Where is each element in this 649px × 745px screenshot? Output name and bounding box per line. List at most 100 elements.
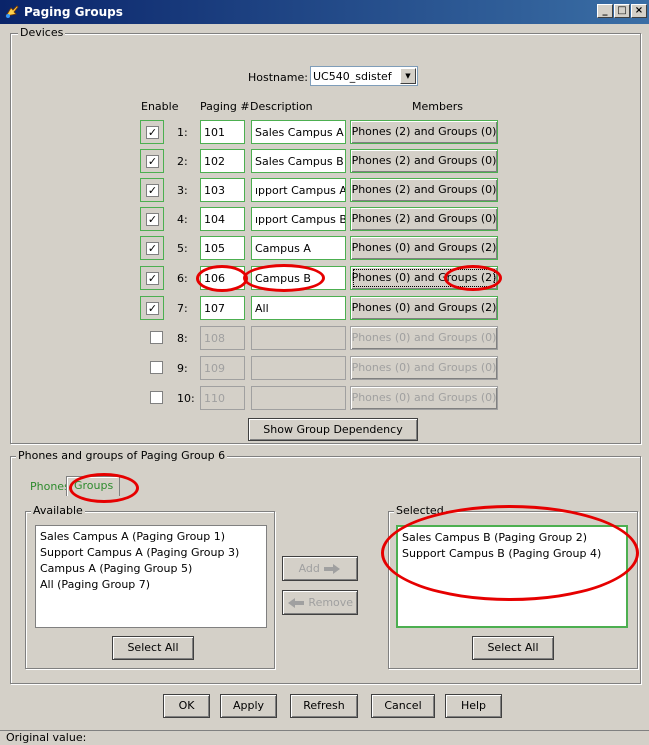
paging-groups-icon: [5, 5, 19, 18]
arrow-right-icon: [324, 564, 341, 574]
dropdown-arrow-icon[interactable]: ▼: [400, 68, 416, 84]
annotation-circle: [243, 264, 325, 292]
add-button[interactable]: Add: [282, 556, 358, 581]
paging-number-field[interactable]: 109: [200, 356, 245, 380]
paging-number-field[interactable]: 107: [200, 296, 245, 320]
members-button[interactable]: Phones (2) and Groups (0): [350, 120, 498, 144]
table-row: ✓ 3: 103 ıpport Campus A Phones (2) and …: [0, 178, 649, 202]
description-field[interactable]: [251, 326, 346, 350]
members-button[interactable]: Phones (2) and Groups (0): [350, 178, 498, 202]
available-list[interactable]: Sales Campus A (Paging Group 1) Support …: [35, 525, 267, 628]
cancel-button[interactable]: Cancel: [371, 694, 435, 718]
enable-checkbox[interactable]: ✓: [146, 272, 159, 285]
remove-label: Remove: [308, 596, 354, 609]
refresh-button[interactable]: Refresh: [290, 694, 358, 718]
table-row: ✓ 4: 104 ıpport Campus B Phones (2) and …: [0, 207, 649, 231]
help-button[interactable]: Help: [445, 694, 502, 718]
select-all-available-button[interactable]: Select All: [112, 636, 194, 660]
enable-checkbox[interactable]: ✓: [146, 184, 159, 197]
table-row: ✓ 7: 107 All Phones (0) and Groups (2): [0, 296, 649, 320]
description-field[interactable]: [251, 386, 346, 410]
header-enable: Enable: [141, 100, 179, 113]
row-number: 3:: [177, 184, 188, 197]
arrow-left-icon: [287, 598, 304, 608]
select-all-selected-button[interactable]: Select All: [472, 636, 554, 660]
enable-checkbox-frame: ✓: [140, 266, 164, 290]
apply-button[interactable]: Apply: [220, 694, 277, 718]
paging-number-field[interactable]: 105: [200, 236, 245, 260]
enable-checkbox-frame: ✓: [140, 178, 164, 202]
paging-number-field[interactable]: 103: [200, 178, 245, 202]
hostname-select[interactable]: UC540_sdistef ▼: [310, 66, 418, 86]
paging-number-field[interactable]: 108: [200, 326, 245, 350]
members-button[interactable]: Phones (0) and Groups (0): [350, 356, 498, 380]
paging-number-field[interactable]: 104: [200, 207, 245, 231]
enable-checkbox[interactable]: [150, 361, 163, 374]
paging-number-field[interactable]: 110: [200, 386, 245, 410]
enable-checkbox[interactable]: ✓: [146, 213, 159, 226]
header-description: Description: [250, 100, 313, 113]
list-item[interactable]: Sales Campus A (Paging Group 1): [40, 529, 262, 545]
members-button[interactable]: Phones (0) and Groups (0): [350, 386, 498, 410]
window-title: Paging Groups: [24, 5, 123, 19]
header-members: Members: [412, 100, 463, 113]
devices-legend: Devices: [18, 26, 66, 39]
description-field[interactable]: [251, 356, 346, 380]
list-item[interactable]: All (Paging Group 7): [40, 577, 262, 593]
row-number: 4:: [177, 213, 188, 226]
row-number: 9:: [177, 362, 188, 375]
row-number: 1:: [177, 126, 188, 139]
table-row: 9: 109 Phones (0) and Groups (0): [0, 356, 649, 380]
description-field[interactable]: Sales Campus A: [251, 120, 346, 144]
close-button[interactable]: ×: [631, 4, 647, 18]
row-number: 10:: [177, 392, 195, 405]
description-field[interactable]: Campus A: [251, 236, 346, 260]
available-legend: Available: [31, 504, 85, 517]
ok-button[interactable]: OK: [163, 694, 210, 718]
enable-checkbox-frame: ✓: [140, 120, 164, 144]
table-row: ✓ 5: 105 Campus A Phones (0) and Groups …: [0, 236, 649, 260]
status-bar: Original value:: [0, 730, 649, 745]
minimize-button[interactable]: _: [597, 4, 613, 18]
enable-checkbox-frame: ✓: [140, 207, 164, 231]
members-button[interactable]: Phones (0) and Groups (2): [350, 236, 498, 260]
description-field[interactable]: ıpport Campus A: [251, 178, 346, 202]
status-text: Original value:: [6, 731, 87, 744]
row-number: 6:: [177, 272, 188, 285]
annotation-circle: [381, 505, 639, 601]
group-members-legend: Phones and groups of Paging Group 6: [16, 449, 228, 462]
annotation-circle: [444, 265, 502, 291]
list-item[interactable]: Support Campus A (Paging Group 3): [40, 545, 262, 561]
table-row: 8: 108 Phones (0) and Groups (0): [0, 326, 649, 350]
description-field[interactable]: Sales Campus B: [251, 149, 346, 173]
row-number: 2:: [177, 155, 188, 168]
add-label: Add: [298, 562, 320, 575]
remove-button[interactable]: Remove: [282, 590, 358, 615]
enable-checkbox[interactable]: ✓: [146, 302, 159, 315]
table-row: 10: 110 Phones (0) and Groups (0): [0, 386, 649, 410]
members-button[interactable]: Phones (2) and Groups (0): [350, 207, 498, 231]
enable-checkbox-frame: ✓: [140, 236, 164, 260]
hostname-label: Hostname:: [248, 71, 308, 84]
description-field[interactable]: ıpport Campus B: [251, 207, 346, 231]
enable-checkbox[interactable]: [150, 331, 163, 344]
row-number: 7:: [177, 302, 188, 315]
paging-number-field[interactable]: 102: [200, 149, 245, 173]
maximize-button[interactable]: □: [614, 4, 630, 18]
enable-checkbox[interactable]: ✓: [146, 155, 159, 168]
description-field[interactable]: All: [251, 296, 346, 320]
tab-phones[interactable]: Phones: [30, 480, 70, 493]
row-number: 8:: [177, 332, 188, 345]
enable-checkbox-frame: ✓: [140, 149, 164, 173]
members-button[interactable]: Phones (0) and Groups (0): [350, 326, 498, 350]
enable-checkbox[interactable]: [150, 391, 163, 404]
list-item[interactable]: Campus A (Paging Group 5): [40, 561, 262, 577]
members-button[interactable]: Phones (2) and Groups (0): [350, 149, 498, 173]
annotation-circle: [196, 265, 248, 292]
paging-number-field[interactable]: 101: [200, 120, 245, 144]
enable-checkbox[interactable]: ✓: [146, 126, 159, 139]
window-titlebar: Paging Groups: [0, 0, 649, 24]
enable-checkbox[interactable]: ✓: [146, 242, 159, 255]
show-group-dependency-button[interactable]: Show Group Dependency: [248, 418, 418, 441]
members-button[interactable]: Phones (0) and Groups (2): [350, 296, 498, 320]
